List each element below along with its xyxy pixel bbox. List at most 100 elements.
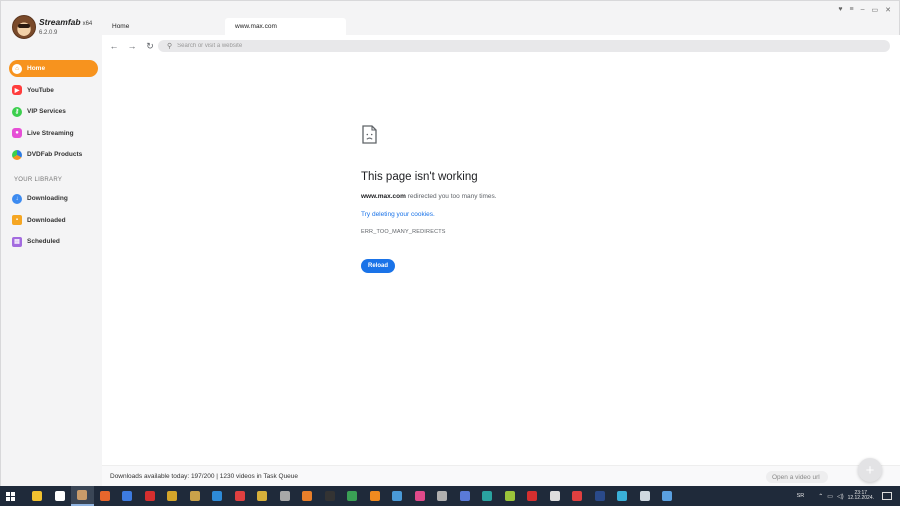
sidebar-item-youtube[interactable]: ▶ YouTube (9, 82, 98, 99)
browser-tabs: Home www.max.com (102, 18, 346, 35)
sidebar-item-downloaded[interactable]: ▪ Downloaded (9, 212, 98, 229)
taskbar-apps (26, 486, 679, 506)
taskbar-app[interactable] (656, 486, 679, 506)
streamfab-icon (77, 490, 88, 500)
taskbar-app[interactable] (409, 486, 432, 506)
add-button[interactable]: + (858, 458, 882, 482)
taskbar-app[interactable] (161, 486, 184, 506)
sidebar-item-label: VIP Services (27, 108, 66, 116)
tab-home[interactable]: Home (102, 18, 223, 35)
taskbar-app[interactable] (49, 486, 72, 506)
disc-icon (437, 491, 448, 501)
taskbar-app[interactable] (116, 486, 139, 506)
media-player-icon (324, 491, 335, 501)
search-icon: ⚲ (167, 43, 173, 50)
search-input[interactable] (177, 43, 778, 49)
plus-icon: + (865, 461, 875, 479)
system-tray: SR ⌃ ▭ ◁) 23:17 12.12.2024. (797, 486, 900, 506)
heart-icon[interactable]: ♥ (838, 6, 842, 14)
sidebar-nav: ⌂ Home ▶ YouTube ⚷ VIP Services ● Live S… (9, 60, 98, 168)
tab-max[interactable]: www.max.com (225, 18, 346, 35)
streamfab-window: Streamfab x64 6.2.0.9 ⌂ Home ▶ YouTube ⚷ … (0, 0, 900, 486)
sidebar-item-label: Home (27, 65, 46, 72)
notification-icon[interactable] (882, 492, 892, 500)
windows-taskbar: SR ⌃ ▭ ◁) 23:17 12.12.2024. (0, 486, 900, 506)
app-icon-orange (302, 491, 313, 501)
taskbar-app[interactable] (184, 486, 207, 506)
taskbar-app[interactable] (499, 486, 522, 506)
taskbar-app[interactable] (26, 486, 49, 506)
back-arrow-icon[interactable]: ← (107, 41, 121, 51)
chat-icon (617, 491, 628, 501)
tab-label: www.max.com (235, 23, 277, 30)
clock[interactable]: 23:17 12.12.2024. (848, 490, 874, 502)
taskbar-app[interactable] (94, 486, 117, 506)
browser-content: ← → ↻ ⚲ This page isn't working www.max.… (102, 35, 900, 486)
minimize-icon[interactable]: – (861, 6, 865, 14)
yandex-browser-icon (54, 491, 65, 501)
taskbar-app[interactable] (341, 486, 364, 506)
key-icon: ⚷ (12, 106, 22, 117)
sidebar-item-home[interactable]: ⌂ Home (9, 60, 98, 77)
forward-arrow-icon[interactable]: → (125, 41, 139, 51)
network-icon[interactable]: ▭ (827, 493, 833, 500)
taskbar-app[interactable] (296, 486, 319, 506)
open-video-url-input[interactable]: Open a video url (766, 471, 828, 483)
sidebar-item-vip-services[interactable]: ⚷ VIP Services (9, 103, 98, 120)
taskbar-app[interactable] (566, 486, 589, 506)
start-button[interactable] (0, 486, 20, 506)
taskbar-app[interactable] (319, 486, 342, 506)
maximize-icon[interactable]: ▭ (872, 6, 879, 14)
taskbar-app[interactable] (431, 486, 454, 506)
taskbar-app[interactable] (634, 486, 657, 506)
refresh-icon[interactable]: ↻ (143, 41, 157, 52)
taskbar-app[interactable] (386, 486, 409, 506)
taskbar-app[interactable] (454, 486, 477, 506)
error-code: ERR_TOO_MANY_REDIRECTS (361, 229, 446, 235)
taskbar-app[interactable] (589, 486, 612, 506)
folder-icon: ▪ (12, 215, 22, 226)
taskbar-app[interactable] (364, 486, 387, 506)
image-viewer-icon (392, 491, 403, 501)
app-name: Streamfab (39, 17, 81, 27)
tab-label: Home (112, 23, 130, 30)
youtube-icon: ▶ (12, 85, 22, 96)
home-icon: ⌂ (12, 63, 22, 74)
browser-navbar: ← → ↻ ⚲ (102, 35, 900, 57)
taskbar-app[interactable] (274, 486, 297, 506)
menu-icon[interactable]: ≡ (850, 6, 854, 14)
taskbar-app[interactable] (71, 486, 94, 506)
downloader-icon (122, 491, 133, 501)
reload-button[interactable]: Reload (361, 259, 395, 273)
calendar-icon: ▤ (12, 236, 22, 247)
delete-cookies-link[interactable]: Try deleting your cookies. (361, 211, 661, 218)
taskbar-app[interactable] (611, 486, 634, 506)
taskbar-app[interactable] (251, 486, 274, 506)
maps-icon (662, 491, 673, 501)
status-bar: Downloads available today: 197/200 | 123… (102, 458, 900, 486)
taskbar-app[interactable] (521, 486, 544, 506)
taskbar-app[interactable] (229, 486, 252, 506)
volume-icon[interactable]: ◁) (837, 493, 844, 500)
download-icon: ↓ (12, 193, 22, 204)
address-bar[interactable]: ⚲ (158, 40, 890, 52)
app-icon-gold (257, 491, 268, 501)
sidebar-item-live-streaming[interactable]: ● Live Streaming (9, 125, 98, 142)
close-icon[interactable]: ✕ (885, 6, 891, 14)
taskbar-app[interactable] (476, 486, 499, 506)
sm-icon (549, 491, 560, 501)
file-explorer-icon (32, 491, 43, 501)
app-icon-blue (212, 491, 223, 501)
firefox-icon (99, 491, 110, 501)
app-icon-green (347, 491, 358, 501)
sidebar-item-dvdfab-products[interactable]: DVDFab Products (9, 146, 98, 163)
chevron-up-icon[interactable]: ⌃ (818, 493, 823, 500)
taskbar-app[interactable] (206, 486, 229, 506)
settings-icon (189, 491, 200, 501)
taskbar-app[interactable] (544, 486, 567, 506)
sidebar-item-downloading[interactable]: ↓ Downloading (9, 190, 98, 207)
app-logo: Streamfab x64 6.2.0.9 (12, 15, 92, 39)
taskbar-app[interactable] (139, 486, 162, 506)
sidebar-item-scheduled[interactable]: ▤ Scheduled (9, 233, 98, 250)
language-indicator[interactable]: SR (797, 493, 805, 499)
